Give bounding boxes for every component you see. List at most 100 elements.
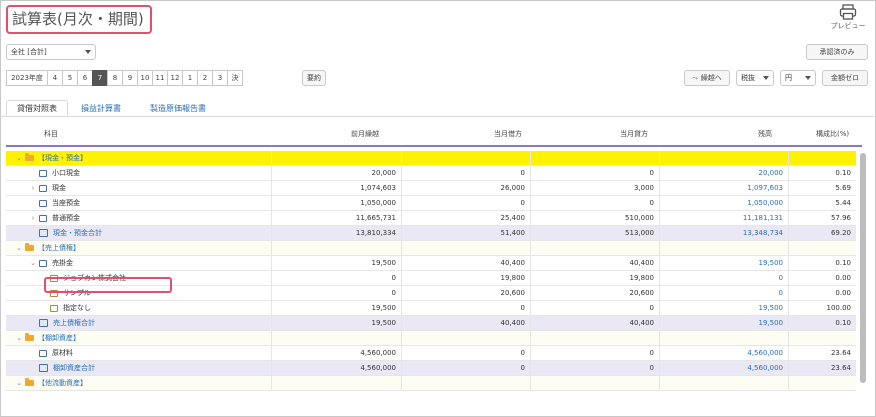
scrollbar-thumb[interactable] xyxy=(860,153,866,383)
prev-balance-cell xyxy=(271,241,396,255)
table-row[interactable]: 原材料 4,560,000 0 0 4,560,000 23.64 xyxy=(6,346,856,361)
period-button[interactable]: 1 xyxy=(182,70,198,86)
account-cell: ⌄ 【棚卸資産】 xyxy=(16,331,80,345)
chevron-down-icon[interactable]: ⌄ xyxy=(16,376,22,390)
ratio-cell: 57.96 xyxy=(830,214,851,222)
prev-balance-cell: 13,810,334 xyxy=(355,229,396,237)
period-button[interactable]: 11 xyxy=(152,70,168,86)
table-row-category[interactable]: ⌄ 【棚卸資産】 xyxy=(6,331,856,346)
debit-cell xyxy=(401,241,525,255)
table-row-total[interactable]: 棚卸資産合計 4,560,000 0 0 4,560,000 23.64 xyxy=(6,361,856,376)
period-button[interactable]: 4 xyxy=(47,70,63,86)
period-button[interactable]: 6 xyxy=(77,70,93,86)
prev-balance-cell: 4,560,000 xyxy=(360,364,396,372)
credit-cell: 0 xyxy=(649,349,654,357)
prev-balance-cell: 1,050,000 xyxy=(360,199,396,207)
prev-balance-cell: 0 xyxy=(391,289,396,297)
balance-cell: 19,500 xyxy=(758,304,784,312)
zero-amount-label: 金額ゼロ xyxy=(831,74,859,82)
period-button[interactable]: 9 xyxy=(122,70,138,86)
table-row-category[interactable]: ⌄ 【他流動資産】 xyxy=(6,376,856,391)
table-row[interactable]: › 普通預金 11,665,731 25,400 510,000 11,181,131 57… xyxy=(6,211,856,226)
account-name: 現金・預金合計 xyxy=(53,229,102,237)
debit-cell xyxy=(401,376,525,390)
ratio-cell: 100.00 xyxy=(826,304,852,312)
tab-manufacturing-cost[interactable]: 製造原価報告書 xyxy=(140,100,216,116)
ratio-cell: 0.00 xyxy=(835,274,851,282)
table-row[interactable]: 小口現金 20,000 0 0 20,000 0.10 xyxy=(6,166,856,181)
account-icon xyxy=(39,169,47,177)
company-select-value: 全社 [合計] xyxy=(11,48,47,56)
carry-forward-button[interactable]: ⤳ 繰越へ xyxy=(684,70,730,86)
period-button[interactable]: 10 xyxy=(137,70,153,86)
debit-cell: 0 xyxy=(520,304,525,312)
period-button[interactable]: 12 xyxy=(167,70,183,86)
prev-balance-cell: 4,560,000 xyxy=(360,349,396,357)
account-cell: ⌄ 売掛金 xyxy=(30,256,73,270)
credit-cell xyxy=(530,376,654,390)
period-button[interactable]: 8 xyxy=(107,70,123,86)
chevron-right-icon[interactable]: › xyxy=(30,211,36,225)
account-name: 指定なし xyxy=(63,304,91,312)
table-row-total[interactable]: 現金・預金合計 13,810,334 51,400 513,000 13,348,734… xyxy=(6,226,856,241)
table-row[interactable]: ⌄ 売掛金 19,500 40,400 40,400 19,500 0.10 xyxy=(6,256,856,271)
account-cell: 原材料 xyxy=(30,346,73,360)
debit-cell: 40,400 xyxy=(500,259,526,267)
tab-label: 貸借対照表 xyxy=(17,103,57,113)
balance-cell xyxy=(659,241,783,255)
balance-cell: 19,500 xyxy=(758,319,784,327)
summary-button[interactable]: 要約 xyxy=(302,70,326,86)
debit-cell: 40,400 xyxy=(500,319,526,327)
scrollbar[interactable] xyxy=(860,153,866,383)
ratio-cell: 23.64 xyxy=(830,349,851,357)
table-header: 科目 前月繰越 当月借方 当月貸方 残高 構成比(%) xyxy=(6,125,862,147)
ratio-cell: 0.10 xyxy=(835,169,851,177)
col-header-account: 科目 xyxy=(44,130,58,138)
balance-cell: 4,560,000 xyxy=(747,364,783,372)
ratio-cell: 0.10 xyxy=(835,319,851,327)
chevron-right-icon[interactable]: › xyxy=(30,181,36,195)
period-button[interactable]: 決 xyxy=(227,70,243,86)
chevron-down-icon xyxy=(763,76,769,80)
tab-balance-sheet[interactable]: 貸借対照表 xyxy=(6,100,68,116)
table-row[interactable]: › 現金 1,074,603 26,000 3,000 1,097,603 5.69 xyxy=(6,181,856,196)
ratio-cell xyxy=(788,331,851,345)
ratio-cell: 5.69 xyxy=(835,184,851,192)
debit-cell: 51,400 xyxy=(500,229,526,237)
balance-cell xyxy=(659,151,783,165)
chevron-down-icon[interactable]: ⌄ xyxy=(30,256,36,270)
chevron-down-icon[interactable]: ⌄ xyxy=(16,151,22,165)
col-header-ratio: 構成比(%) xyxy=(816,130,850,138)
unit-select[interactable]: 円 xyxy=(780,70,816,86)
zero-amount-button[interactable]: 金額ゼロ xyxy=(822,70,868,86)
balance-cell: 19,500 xyxy=(758,259,784,267)
preview-button[interactable]: プレビュー xyxy=(826,4,870,36)
table-row-category[interactable]: ⌄ 【現金・預金】 xyxy=(6,151,856,166)
debit-cell: 0 xyxy=(520,364,525,372)
credit-cell xyxy=(530,151,654,165)
approved-only-button[interactable]: 承認済のみ xyxy=(806,44,868,60)
period-button[interactable]: 5 xyxy=(62,70,78,86)
company-select[interactable]: 全社 [合計] xyxy=(6,44,96,60)
debit-cell: 0 xyxy=(520,199,525,207)
fiscal-year-button[interactable]: 2023年度 xyxy=(6,70,48,86)
table-row-category[interactable]: ⌄ 【売上債権】 xyxy=(6,241,856,256)
ratio-cell xyxy=(788,241,851,255)
table-row[interactable]: 指定なし 19,500 0 0 19,500 100.00 xyxy=(6,301,856,316)
balance-cell xyxy=(659,376,783,390)
period-button[interactable]: 3 xyxy=(212,70,228,86)
tab-income-statement[interactable]: 損益計算書 xyxy=(74,100,128,116)
tax-select[interactable]: 税抜 xyxy=(736,70,774,86)
period-button[interactable]: 2 xyxy=(197,70,213,86)
prev-balance-cell: 11,665,731 xyxy=(355,214,396,222)
chevron-down-icon[interactable]: ⌄ xyxy=(16,331,22,345)
credit-cell: 19,800 xyxy=(629,274,655,282)
chevron-down-icon[interactable]: ⌄ xyxy=(16,241,22,255)
period-button[interactable]: 7 xyxy=(92,70,108,86)
table-row[interactable]: 当座預金 1,050,000 0 0 1,050,000 5.44 xyxy=(6,196,856,211)
balance-cell: 20,000 xyxy=(758,169,784,177)
table-row-total[interactable]: 売上債権合計 19,500 40,400 40,400 19,500 0.10 xyxy=(6,316,856,331)
account-name: 【売上債権】 xyxy=(38,244,80,252)
prev-balance-cell xyxy=(271,331,396,345)
debit-cell: 25,400 xyxy=(500,214,526,222)
